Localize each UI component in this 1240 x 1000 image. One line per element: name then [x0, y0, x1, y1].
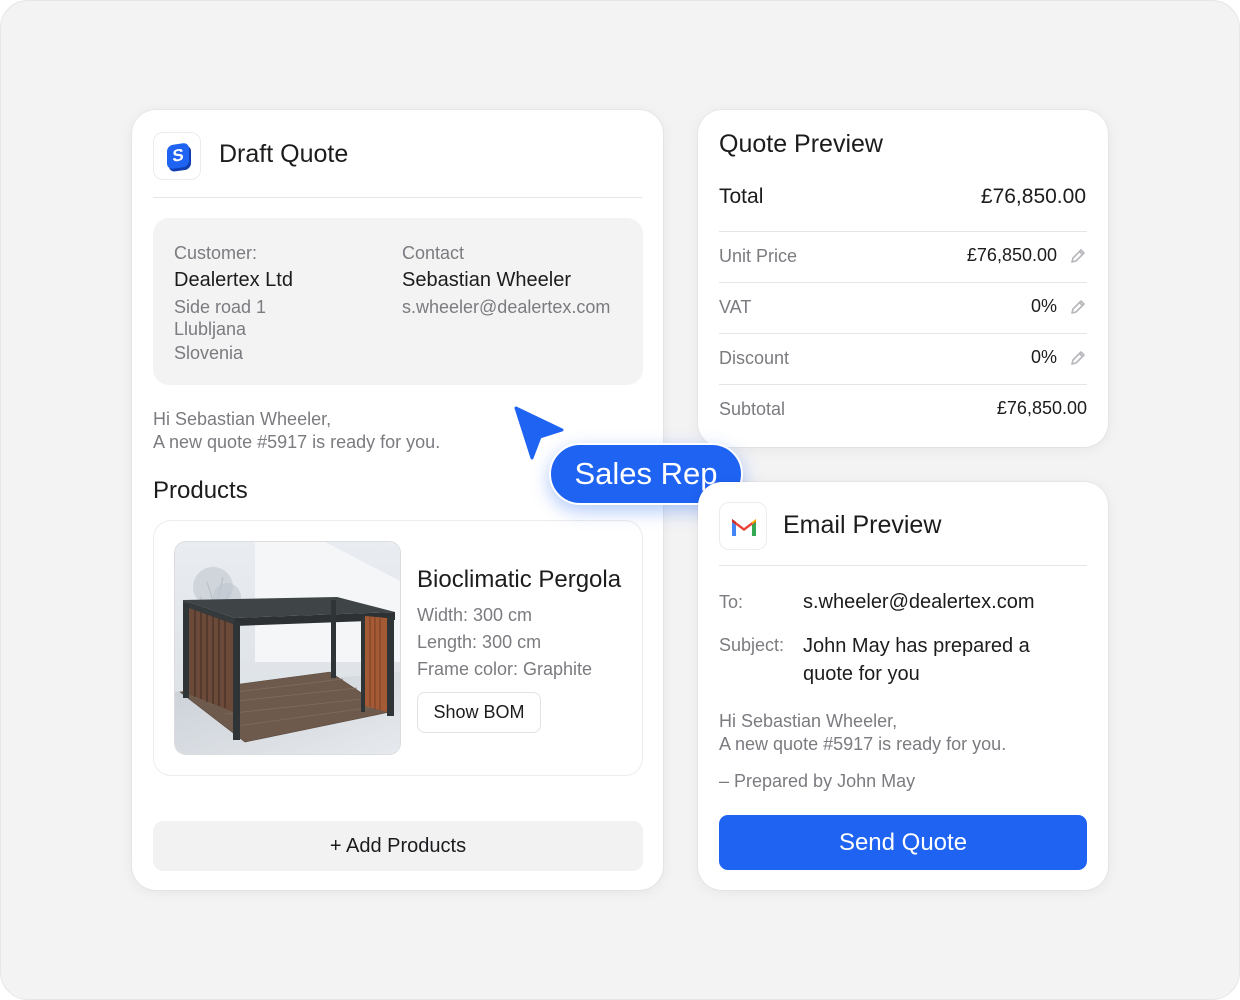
product-width: Width: 300 cm: [417, 605, 533, 625]
product-name: Bioclimatic Pergola: [417, 566, 622, 593]
total-label: Total: [719, 185, 764, 208]
email-preview-card: Email Preview To: s.wheeler@dealertex.co…: [698, 482, 1108, 890]
product-frame-color: Frame color: Graphite: [417, 659, 593, 679]
vat-label: VAT: [719, 297, 752, 317]
greeting-text: Hi Sebastian Wheeler, A new quote #5917 …: [153, 408, 440, 454]
discount-label: Discount: [719, 348, 790, 368]
send-quote-button[interactable]: Send Quote: [719, 815, 1087, 870]
contact-email[interactable]: s.wheeler@dealertex.com: [402, 296, 610, 319]
add-products-button[interactable]: + Add Products: [153, 821, 643, 871]
contact-label: Contact: [402, 243, 465, 263]
to-value: s.wheeler@dealertex.com: [803, 591, 1035, 613]
quote-preview-card: Quote Preview Total £76,850.00 Unit Pric…: [698, 110, 1108, 447]
vat-value: 0%: [1030, 296, 1057, 316]
subtotal-value: £76,850.00: [996, 398, 1087, 418]
address-line-2: Llubljana: [174, 319, 247, 339]
email-preview-title: Email Preview: [783, 511, 942, 539]
subtotal-label: Subtotal: [719, 399, 786, 419]
product-card: Bioclimatic Pergola Width: 300 cm Length…: [153, 520, 643, 776]
unit-price-label: Unit Price: [719, 246, 798, 266]
pencil-icon[interactable]: [1069, 247, 1087, 265]
quote-row-unit-price: Unit Price £76,850.00: [719, 231, 1087, 282]
email-body: Hi Sebastian Wheeler, A new quote #5917 …: [719, 710, 1006, 756]
total-value: £76,850.00: [980, 185, 1086, 208]
gmail-icon: [719, 502, 767, 550]
product-length: Length: 300 cm: [417, 632, 542, 652]
discount-value: 0%: [1030, 347, 1057, 367]
contact-name: Sebastian Wheeler: [402, 269, 571, 291]
draft-quote-title: Draft Quote: [219, 140, 349, 168]
logo-letter: S: [167, 142, 189, 170]
customer-label: Customer:: [174, 243, 258, 263]
logo-icon: S: [153, 132, 201, 180]
draft-quote-header: S Draft Quote: [153, 132, 642, 198]
address-line-1: Side road 1: [174, 297, 267, 317]
email-body-line-2: A new quote #5917 is ready for you.: [719, 734, 1007, 754]
email-signature: – Prepared by John May: [719, 771, 916, 791]
unit-price-value: £76,850.00: [966, 245, 1057, 265]
subject-label: Subject:: [719, 635, 785, 655]
address-line-3: Slovenia: [174, 343, 244, 363]
greeting-line-2: A new quote #5917 is ready for you.: [153, 432, 441, 452]
customer-info-box: Customer: Dealertex Ltd Side road 1 Llub…: [153, 218, 643, 385]
quote-row-subtotal: Subtotal £76,850.00: [719, 384, 1087, 435]
customer-name: Dealertex Ltd: [174, 269, 293, 291]
subject-value: John May has prepared a quote for you: [803, 635, 1030, 685]
quote-row-vat: VAT 0%: [719, 282, 1087, 333]
pergola-illustration: [175, 542, 400, 754]
greeting-line-1: Hi Sebastian Wheeler,: [153, 409, 332, 429]
show-bom-button[interactable]: Show BOM: [417, 692, 541, 733]
email-preview-header: Email Preview: [719, 502, 1087, 566]
pencil-icon[interactable]: [1069, 298, 1087, 316]
products-heading: Products: [153, 477, 248, 504]
to-label: To:: [719, 592, 744, 612]
quote-preview-title: Quote Preview: [719, 130, 883, 158]
quote-row-discount: Discount 0%: [719, 333, 1087, 384]
pergola-image: [174, 541, 401, 755]
pencil-icon[interactable]: [1069, 349, 1087, 367]
email-body-line-1: Hi Sebastian Wheeler,: [719, 711, 898, 731]
